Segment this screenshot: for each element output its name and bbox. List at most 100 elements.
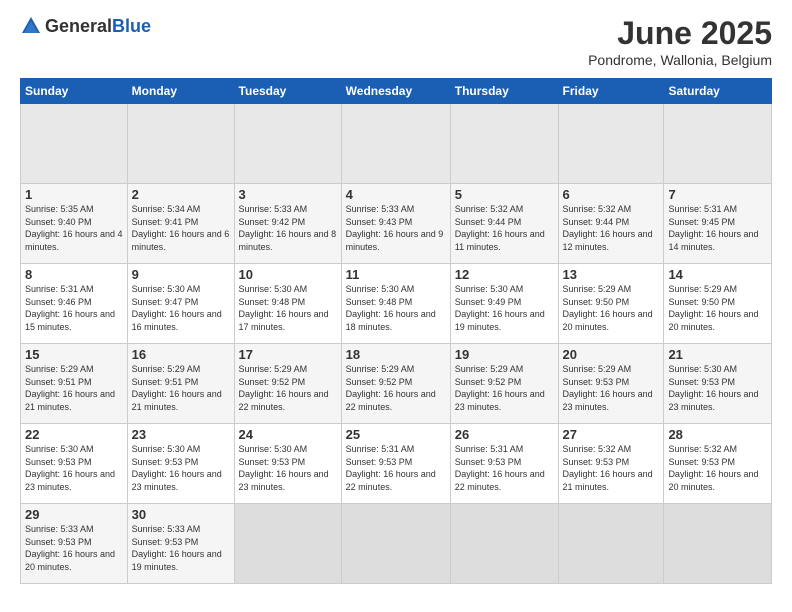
- calendar-week-row: 1Sunrise: 5:35 AMSunset: 9:40 PMDaylight…: [21, 184, 772, 264]
- day-info: Sunrise: 5:29 AMSunset: 9:52 PMDaylight:…: [455, 363, 554, 413]
- day-number: 9: [132, 267, 230, 282]
- day-info: Sunrise: 5:30 AMSunset: 9:53 PMDaylight:…: [132, 443, 230, 493]
- calendar-day-cell: [21, 104, 128, 184]
- calendar-day-cell: 8Sunrise: 5:31 AMSunset: 9:46 PMDaylight…: [21, 264, 128, 344]
- day-number: 16: [132, 347, 230, 362]
- calendar-header-row: SundayMondayTuesdayWednesdayThursdayFrid…: [21, 79, 772, 104]
- logo: GeneralBlue: [20, 15, 151, 37]
- day-number: 24: [239, 427, 337, 442]
- day-info: Sunrise: 5:30 AMSunset: 9:53 PMDaylight:…: [239, 443, 337, 493]
- calendar-day-cell: 9Sunrise: 5:30 AMSunset: 9:47 PMDaylight…: [127, 264, 234, 344]
- day-info: Sunrise: 5:30 AMSunset: 9:53 PMDaylight:…: [25, 443, 123, 493]
- calendar-week-row: 22Sunrise: 5:30 AMSunset: 9:53 PMDayligh…: [21, 424, 772, 504]
- day-number: 2: [132, 187, 230, 202]
- day-number: 30: [132, 507, 230, 522]
- logo-general-text: General: [45, 16, 112, 36]
- day-info: Sunrise: 5:31 AMSunset: 9:45 PMDaylight:…: [668, 203, 767, 253]
- day-number: 25: [346, 427, 446, 442]
- calendar-day-cell: [341, 504, 450, 584]
- calendar-day-cell: 22Sunrise: 5:30 AMSunset: 9:53 PMDayligh…: [21, 424, 128, 504]
- calendar-day-cell: [450, 504, 558, 584]
- day-info: Sunrise: 5:29 AMSunset: 9:52 PMDaylight:…: [239, 363, 337, 413]
- day-of-week-header: Friday: [558, 79, 664, 104]
- month-title: June 2025: [588, 15, 772, 52]
- calendar-day-cell: 16Sunrise: 5:29 AMSunset: 9:51 PMDayligh…: [127, 344, 234, 424]
- calendar-day-cell: 4Sunrise: 5:33 AMSunset: 9:43 PMDaylight…: [341, 184, 450, 264]
- calendar-day-cell: [664, 504, 772, 584]
- calendar-day-cell: [558, 504, 664, 584]
- day-number: 17: [239, 347, 337, 362]
- calendar-day-cell: 30Sunrise: 5:33 AMSunset: 9:53 PMDayligh…: [127, 504, 234, 584]
- day-number: 14: [668, 267, 767, 282]
- logo-blue-text: Blue: [112, 16, 151, 36]
- calendar-day-cell: [450, 104, 558, 184]
- day-info: Sunrise: 5:31 AMSunset: 9:53 PMDaylight:…: [455, 443, 554, 493]
- day-of-week-header: Monday: [127, 79, 234, 104]
- day-info: Sunrise: 5:32 AMSunset: 9:53 PMDaylight:…: [668, 443, 767, 493]
- day-number: 26: [455, 427, 554, 442]
- calendar-week-row: [21, 104, 772, 184]
- day-number: 21: [668, 347, 767, 362]
- day-number: 15: [25, 347, 123, 362]
- location: Pondrome, Wallonia, Belgium: [588, 52, 772, 68]
- calendar-day-cell: 23Sunrise: 5:30 AMSunset: 9:53 PMDayligh…: [127, 424, 234, 504]
- calendar-day-cell: 18Sunrise: 5:29 AMSunset: 9:52 PMDayligh…: [341, 344, 450, 424]
- day-info: Sunrise: 5:29 AMSunset: 9:51 PMDaylight:…: [132, 363, 230, 413]
- calendar-day-cell: 24Sunrise: 5:30 AMSunset: 9:53 PMDayligh…: [234, 424, 341, 504]
- day-number: 20: [563, 347, 660, 362]
- calendar-day-cell: 27Sunrise: 5:32 AMSunset: 9:53 PMDayligh…: [558, 424, 664, 504]
- calendar-day-cell: [558, 104, 664, 184]
- day-info: Sunrise: 5:30 AMSunset: 9:49 PMDaylight:…: [455, 283, 554, 333]
- day-of-week-header: Saturday: [664, 79, 772, 104]
- calendar-day-cell: [234, 104, 341, 184]
- calendar-day-cell: 10Sunrise: 5:30 AMSunset: 9:48 PMDayligh…: [234, 264, 341, 344]
- day-info: Sunrise: 5:31 AMSunset: 9:46 PMDaylight:…: [25, 283, 123, 333]
- calendar-day-cell: 6Sunrise: 5:32 AMSunset: 9:44 PMDaylight…: [558, 184, 664, 264]
- day-number: 19: [455, 347, 554, 362]
- calendar-day-cell: 1Sunrise: 5:35 AMSunset: 9:40 PMDaylight…: [21, 184, 128, 264]
- calendar-day-cell: 15Sunrise: 5:29 AMSunset: 9:51 PMDayligh…: [21, 344, 128, 424]
- day-info: Sunrise: 5:29 AMSunset: 9:50 PMDaylight:…: [668, 283, 767, 333]
- day-of-week-header: Sunday: [21, 79, 128, 104]
- day-number: 13: [563, 267, 660, 282]
- calendar-day-cell: 13Sunrise: 5:29 AMSunset: 9:50 PMDayligh…: [558, 264, 664, 344]
- title-area: June 2025 Pondrome, Wallonia, Belgium: [588, 15, 772, 68]
- calendar-day-cell: 29Sunrise: 5:33 AMSunset: 9:53 PMDayligh…: [21, 504, 128, 584]
- day-info: Sunrise: 5:32 AMSunset: 9:44 PMDaylight:…: [563, 203, 660, 253]
- day-info: Sunrise: 5:33 AMSunset: 9:42 PMDaylight:…: [239, 203, 337, 253]
- day-info: Sunrise: 5:29 AMSunset: 9:51 PMDaylight:…: [25, 363, 123, 413]
- day-number: 1: [25, 187, 123, 202]
- day-number: 5: [455, 187, 554, 202]
- calendar-day-cell: 19Sunrise: 5:29 AMSunset: 9:52 PMDayligh…: [450, 344, 558, 424]
- calendar-day-cell: [127, 104, 234, 184]
- calendar-day-cell: 28Sunrise: 5:32 AMSunset: 9:53 PMDayligh…: [664, 424, 772, 504]
- day-number: 23: [132, 427, 230, 442]
- calendar-day-cell: [664, 104, 772, 184]
- calendar-day-cell: 20Sunrise: 5:29 AMSunset: 9:53 PMDayligh…: [558, 344, 664, 424]
- day-info: Sunrise: 5:30 AMSunset: 9:47 PMDaylight:…: [132, 283, 230, 333]
- calendar-day-cell: 2Sunrise: 5:34 AMSunset: 9:41 PMDaylight…: [127, 184, 234, 264]
- calendar-day-cell: 11Sunrise: 5:30 AMSunset: 9:48 PMDayligh…: [341, 264, 450, 344]
- day-of-week-header: Wednesday: [341, 79, 450, 104]
- day-number: 29: [25, 507, 123, 522]
- day-info: Sunrise: 5:33 AMSunset: 9:43 PMDaylight:…: [346, 203, 446, 253]
- day-number: 22: [25, 427, 123, 442]
- day-info: Sunrise: 5:34 AMSunset: 9:41 PMDaylight:…: [132, 203, 230, 253]
- page: GeneralBlue June 2025 Pondrome, Wallonia…: [0, 0, 792, 612]
- calendar-day-cell: 25Sunrise: 5:31 AMSunset: 9:53 PMDayligh…: [341, 424, 450, 504]
- day-info: Sunrise: 5:29 AMSunset: 9:53 PMDaylight:…: [563, 363, 660, 413]
- day-info: Sunrise: 5:30 AMSunset: 9:48 PMDaylight:…: [346, 283, 446, 333]
- day-info: Sunrise: 5:35 AMSunset: 9:40 PMDaylight:…: [25, 203, 123, 253]
- day-info: Sunrise: 5:29 AMSunset: 9:50 PMDaylight:…: [563, 283, 660, 333]
- day-number: 12: [455, 267, 554, 282]
- calendar-day-cell: 17Sunrise: 5:29 AMSunset: 9:52 PMDayligh…: [234, 344, 341, 424]
- day-number: 7: [668, 187, 767, 202]
- day-number: 10: [239, 267, 337, 282]
- calendar-day-cell: 14Sunrise: 5:29 AMSunset: 9:50 PMDayligh…: [664, 264, 772, 344]
- day-info: Sunrise: 5:29 AMSunset: 9:52 PMDaylight:…: [346, 363, 446, 413]
- header: GeneralBlue June 2025 Pondrome, Wallonia…: [20, 15, 772, 68]
- calendar-day-cell: 26Sunrise: 5:31 AMSunset: 9:53 PMDayligh…: [450, 424, 558, 504]
- day-number: 18: [346, 347, 446, 362]
- day-number: 8: [25, 267, 123, 282]
- calendar-week-row: 15Sunrise: 5:29 AMSunset: 9:51 PMDayligh…: [21, 344, 772, 424]
